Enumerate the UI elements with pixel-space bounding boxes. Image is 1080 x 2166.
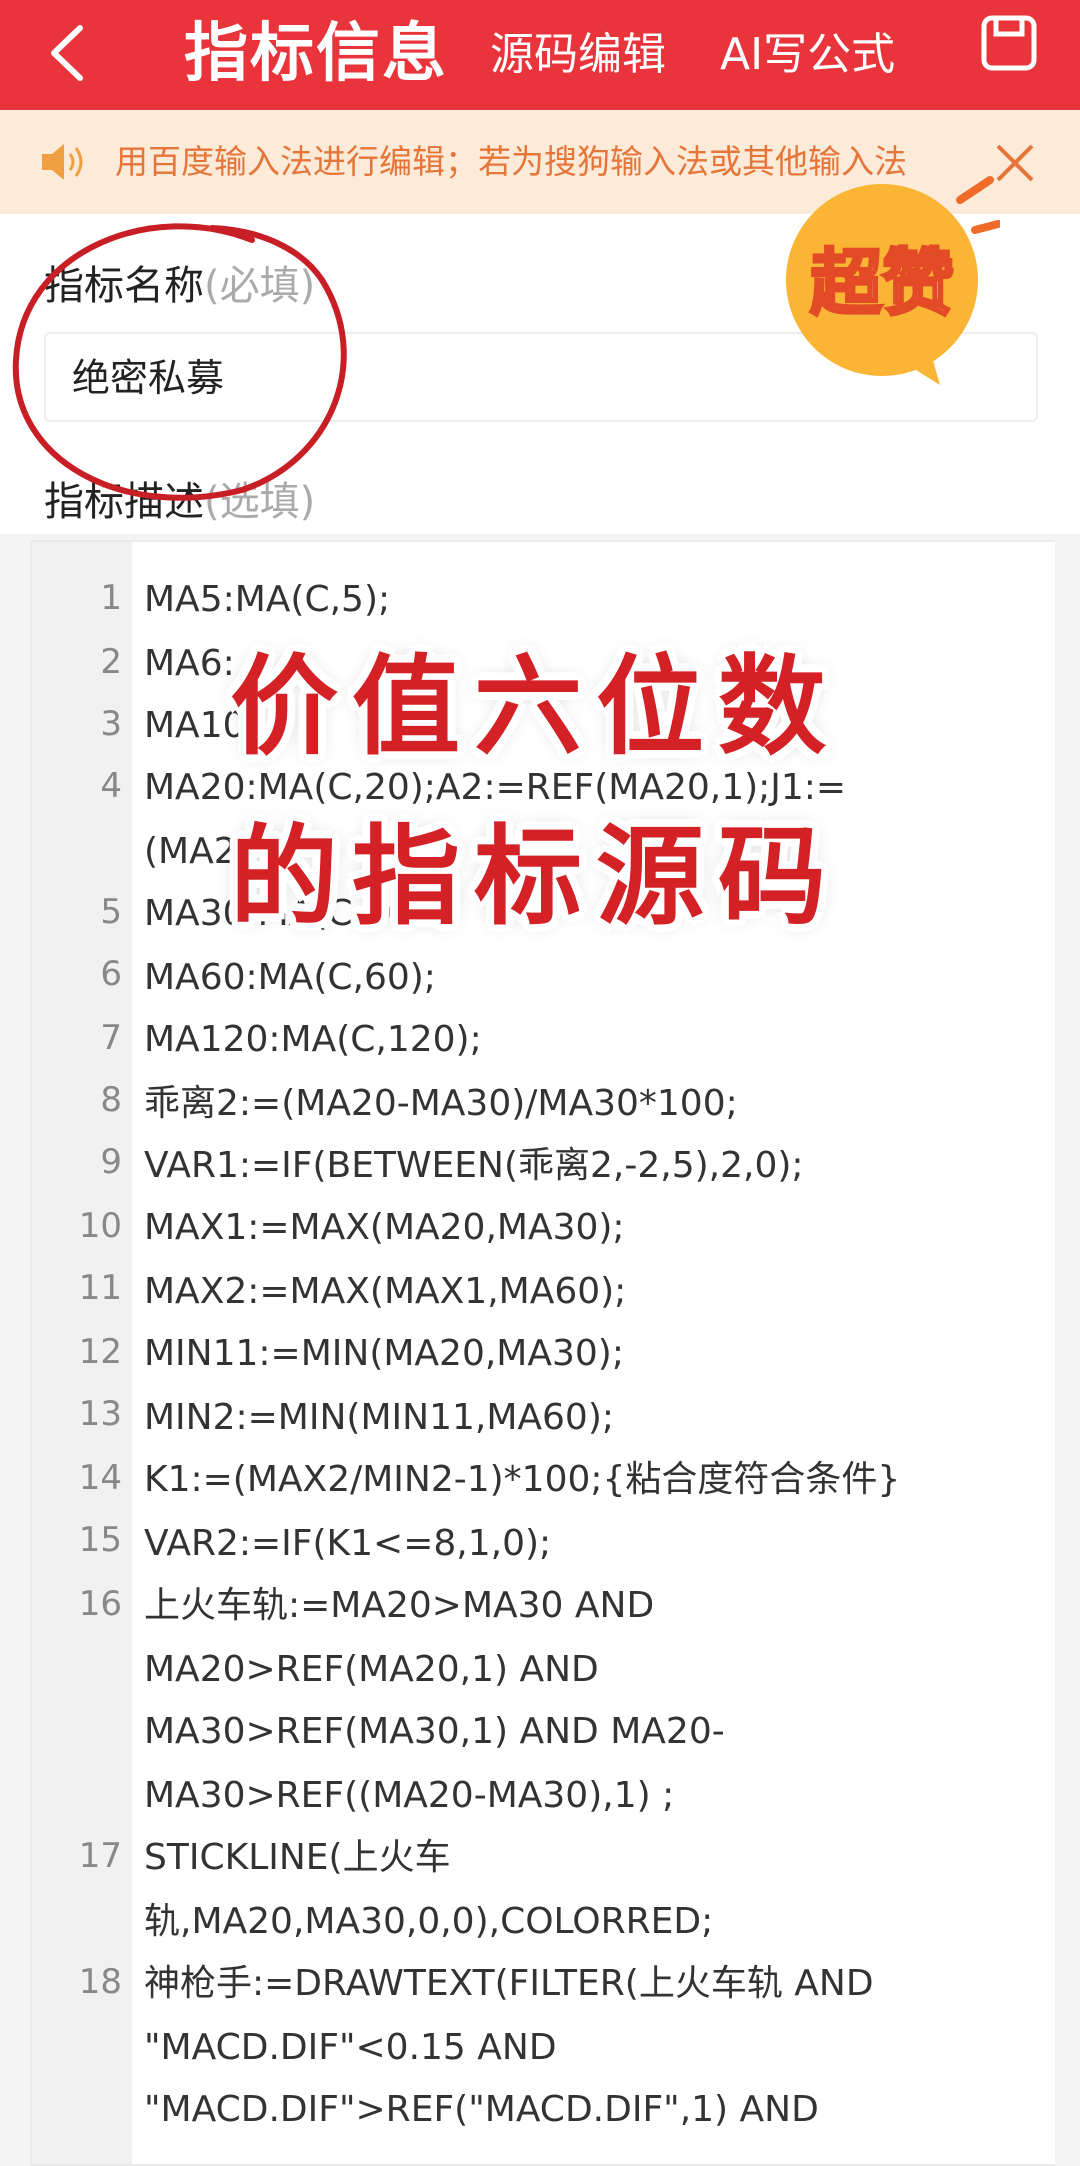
line-number: 12 [78,1332,122,1372]
line-number: 7 [100,1018,122,1058]
code-line: MAX1:=MAX(MA20,MA30); [144,1207,625,1248]
line-number: 6 [100,954,122,994]
code-line: 上火车轨:=MA20>MA30 AND [144,1585,655,1626]
app-header: 指标信息 源码编辑 AI写公式 [0,0,1080,110]
line-number: 5 [100,892,122,932]
back-arrow-icon[interactable] [38,18,98,88]
line-number: 13 [78,1394,122,1434]
code-line: MA6: [144,643,235,684]
line-number: 18 [78,1962,122,2002]
line-number: 14 [78,1458,122,1498]
code-line: MA120:MA(C,120); [144,1019,482,1060]
save-icon[interactable] [980,14,1038,72]
praise-badge-icon: 超赞 [786,176,1000,385]
code-line: "MACD.DIF"<0.15 AND [144,2027,557,2068]
line-number: 8 [100,1080,122,1120]
line-number: 16 [78,1584,122,1624]
code-line: MAX2:=MAX(MAX1,MA60); [144,1271,627,1312]
code-editor[interactable]: 1 2 3 4 5 6 7 8 9 10 11 12 13 14 15 16 1… [30,540,1055,2166]
line-number: 11 [78,1268,122,1308]
line-number: 4 [100,766,122,806]
code-line: 轨,MA20,MA30,0,0),COLORRED; [144,1901,714,1942]
code-line: K1:=(MAX2/MIN2-1)*100;{粘合度符合条件} [144,1459,901,1500]
code-line: VAR2:=IF(K1<=8,1,0); [144,1523,552,1564]
code-line: MA30>REF(MA30,1) AND MA20- [144,1711,725,1752]
line-number: 10 [78,1206,122,1246]
hand-drawn-circle-icon [12,223,347,501]
line-number: 2 [100,642,122,682]
code-line: STICKLINE(上火车 [144,1837,451,1878]
ai-formula-tab[interactable]: AI写公式 [720,20,895,90]
line-number: 1 [100,578,122,618]
code-line: MA20>REF(MA20,1) AND [144,1649,599,1690]
code-line: MA30>REF((MA20-MA30),1) ; [144,1775,675,1816]
code-line: VAR1:=IF(BETWEEN(乖离2,-2,5),2,0); [144,1145,804,1186]
page-title: 指标信息 [184,17,448,91]
line-number: 3 [100,704,122,744]
line-number: 15 [78,1520,122,1560]
headline-line-2: 的指标源码 [230,815,841,940]
code-line: MIN2:=MIN(MIN11,MA60); [144,1397,614,1438]
headline-line-1: 价值六位数 [230,645,841,770]
code-line: MA60:MA(C,60); [144,957,436,998]
line-number: 9 [100,1142,122,1182]
code-line: "MACD.DIF">REF("MACD.DIF",1) AND [144,2089,819,2130]
code-line: 乖离2:=(MA20-MA30)/MA30*100; [144,1083,738,1124]
code-line: (MA2 [144,831,237,872]
code-line: MIN11:=MIN(MA20,MA30); [144,1333,624,1374]
badge-text: 超赞 [810,241,954,325]
code-line: 神枪手:=DRAWTEXT(FILTER(上火车轨 AND [144,1963,874,2004]
line-number: 17 [78,1836,122,1876]
speaker-icon [42,144,83,180]
source-edit-tab[interactable]: 源码编辑 [490,20,666,90]
